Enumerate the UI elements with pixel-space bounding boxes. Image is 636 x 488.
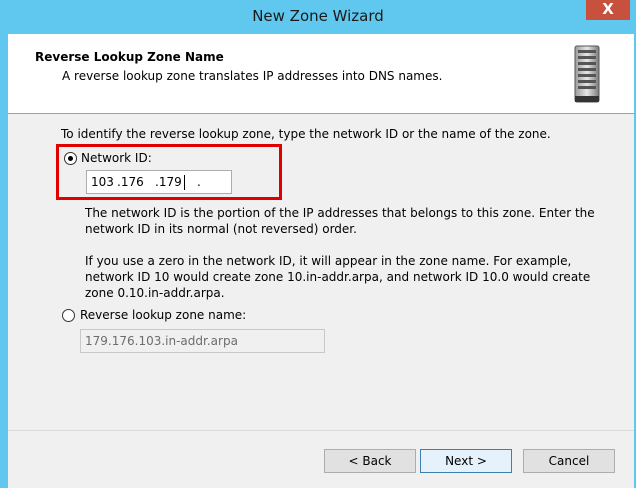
cancel-button[interactable]: Cancel	[523, 449, 615, 473]
octet-3[interactable]: .179	[155, 171, 182, 193]
network-id-input[interactable]: 103 .176 .179 .	[86, 170, 232, 194]
radio-selected-dot	[68, 156, 73, 161]
close-button[interactable]: X	[586, 0, 630, 20]
zero-note-line-1: If you use a zero in the network ID, it …	[85, 254, 572, 268]
zero-note-line-3: zone 0.10.in-addr.arpa.	[85, 286, 225, 300]
new-zone-wizard-window: New Zone Wizard X Reverse Lookup Zone Na…	[0, 0, 636, 488]
zone-name-radio[interactable]	[62, 309, 75, 322]
back-button[interactable]: < Back	[324, 449, 416, 473]
title-bar[interactable]: New Zone Wizard X	[0, 0, 636, 34]
zone-name-input[interactable]: 179.176.103.in-addr.arpa	[80, 329, 325, 353]
wizard-header: Reverse Lookup Zone Name A reverse looku…	[8, 34, 634, 114]
network-id-description: The network ID is the portion of the IP …	[85, 206, 595, 236]
instruction-text: To identify the reverse lookup zone, typ…	[61, 127, 551, 141]
text-cursor	[184, 175, 185, 190]
octet-1[interactable]: 103	[91, 171, 114, 193]
footer-divider	[8, 430, 634, 431]
next-button[interactable]: Next >	[420, 449, 512, 473]
octet-2[interactable]: .176	[117, 171, 144, 193]
close-icon: X	[602, 0, 614, 18]
zero-note-line-2: network ID 10 would create zone 10.in-ad…	[85, 270, 591, 284]
zone-name-label[interactable]: Reverse lookup zone name:	[80, 307, 246, 323]
network-id-label[interactable]: Network ID:	[81, 150, 152, 166]
page-title: Reverse Lookup Zone Name	[35, 50, 224, 64]
window-title: New Zone Wizard	[252, 7, 384, 25]
octet-4[interactable]: .	[197, 171, 201, 193]
network-id-radio[interactable]	[64, 152, 77, 165]
page-subtitle: A reverse lookup zone translates IP addr…	[62, 69, 443, 83]
wizard-client-area: Reverse Lookup Zone Name A reverse looku…	[8, 34, 634, 488]
server-icon	[574, 45, 600, 103]
